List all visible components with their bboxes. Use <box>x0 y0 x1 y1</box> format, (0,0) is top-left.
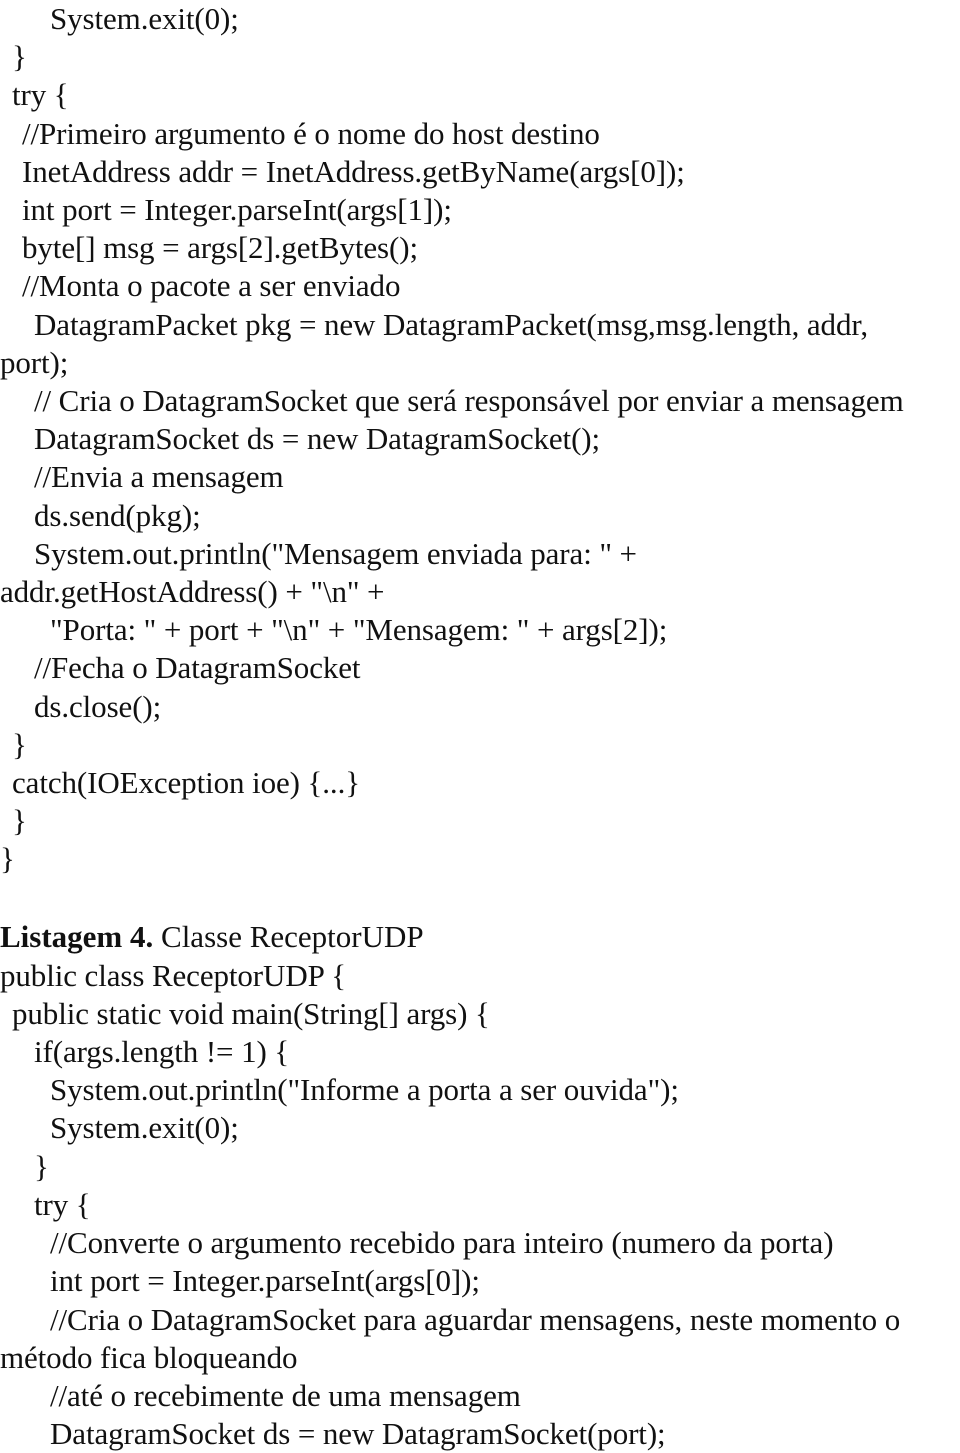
listing-caption-label: Listagem 4. <box>0 918 154 954</box>
code-line: System.exit(0); <box>50 1110 239 1146</box>
code-line-wrap: addr.getHostAddress() + "\n" + <box>0 574 385 610</box>
listing-caption: Listagem 4. Classe ReceptorUDP <box>0 917 960 957</box>
listing-separator <box>0 879 960 917</box>
code-line: //até o recebimente de uma mensagem <box>50 1377 521 1413</box>
code-line: } <box>0 841 15 877</box>
code-line: ds.close(); <box>34 688 162 724</box>
code-line: if(args.length != 1) { <box>34 1034 290 1070</box>
code-line-wrap: método fica bloqueando <box>0 1339 298 1375</box>
code-line: } <box>12 39 27 75</box>
code-line: "Porta: " + port + "\n" + "Mensagem: " +… <box>50 612 668 648</box>
code-line: System.out.println("Informe a porta a se… <box>50 1072 679 1108</box>
code-line: catch(IOException ioe) {...} <box>12 765 361 801</box>
code-line: int port = Integer.parseInt(args[0]); <box>50 1263 480 1299</box>
code-line: byte[] msg = args[2].getBytes(); <box>22 230 418 266</box>
code-line: //Converte o argumento recebido para int… <box>50 1225 834 1261</box>
code-line: } <box>12 803 27 839</box>
code-listing-emissor-tail: System.exit(0); } try { //Primeiro argum… <box>0 0 960 1453</box>
code-line: InetAddress addr = InetAddress.getByName… <box>22 153 685 189</box>
code-line: //Monta o pacote a ser enviado <box>22 268 401 304</box>
code-line: System.out.println("Mensagem enviada par… <box>34 535 637 571</box>
code-line: try { <box>34 1186 91 1222</box>
code-line: //Primeiro argumento é o nome do host de… <box>22 115 600 151</box>
code-line: public class ReceptorUDP { <box>0 957 347 993</box>
code-line: DatagramSocket ds = new DatagramSocket(p… <box>50 1416 666 1452</box>
code-line-wrap: port); <box>0 344 69 380</box>
code-line: DatagramPacket pkg = new DatagramPacket(… <box>34 306 868 342</box>
code-line: } <box>12 726 27 762</box>
code-line: DatagramSocket ds = new DatagramSocket()… <box>34 421 601 457</box>
code-line: //Fecha o DatagramSocket <box>34 650 361 686</box>
code-line: System.exit(0); <box>50 1 239 36</box>
code-line: int port = Integer.parseInt(args[1]); <box>22 192 452 228</box>
code-line: } <box>34 1148 49 1184</box>
code-line: // Cria o DatagramSocket que será respon… <box>34 383 904 419</box>
code-line: //Envia a mensagem <box>34 459 284 495</box>
code-line: try { <box>12 77 69 113</box>
code-line: public static void main(String[] args) { <box>12 995 490 1031</box>
document-page: System.exit(0); } try { //Primeiro argum… <box>0 0 960 1451</box>
code-line: //Cria o DatagramSocket para aguardar me… <box>50 1301 901 1337</box>
listing-caption-text: Classe ReceptorUDP <box>153 918 424 954</box>
code-line: ds.send(pkg); <box>34 497 201 533</box>
